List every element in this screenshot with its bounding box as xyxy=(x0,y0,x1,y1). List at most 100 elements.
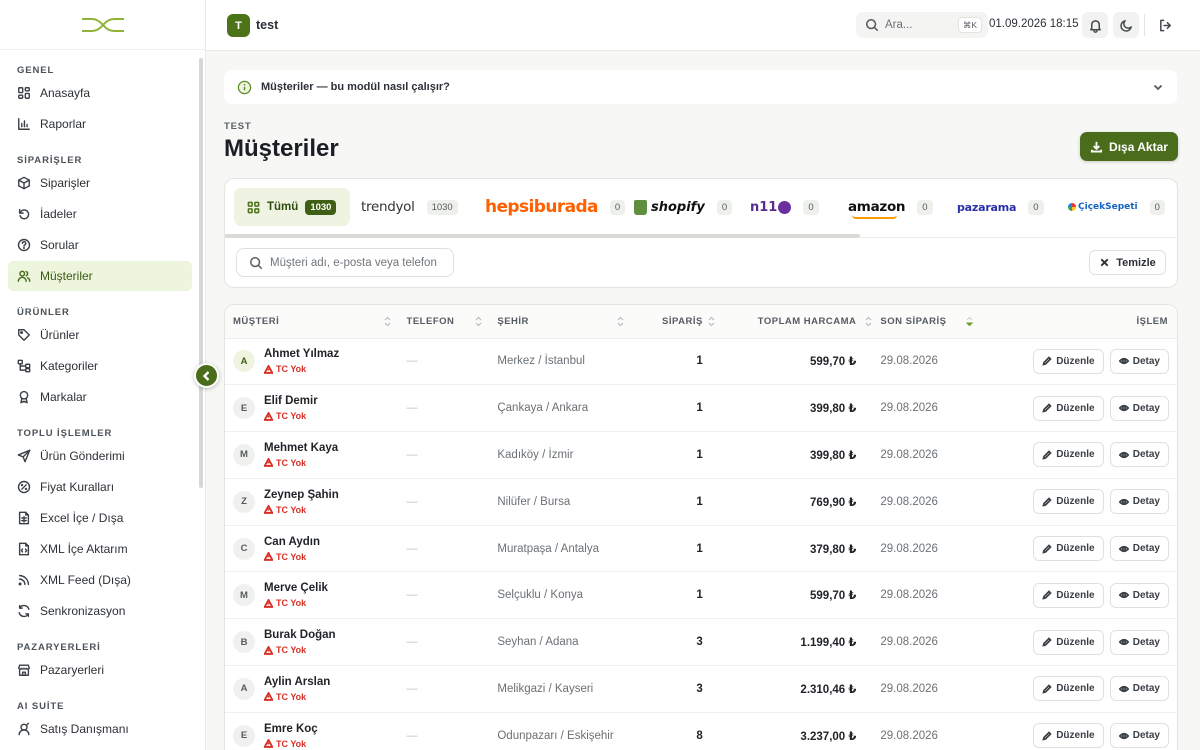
workspace-avatar[interactable]: T xyxy=(227,14,250,37)
sidebar-item-2-1[interactable]: Kategoriler xyxy=(8,351,192,381)
customer-cell: A Ahmet Yılmaz TC Yok xyxy=(225,338,399,386)
sidebar-item-3-0[interactable]: Ürün Gönderimi xyxy=(8,441,192,471)
logout-button[interactable] xyxy=(1154,14,1176,36)
sidebar-item-5-0[interactable]: Satış Danışmanı xyxy=(8,714,192,744)
edit-button[interactable]: Düzenle xyxy=(1033,489,1104,515)
notifications-button[interactable] xyxy=(1082,12,1108,38)
column-header-customer[interactable]: MÜŞTERİ xyxy=(225,305,399,339)
order-count: 1 xyxy=(696,448,703,461)
sidebar-item-3-1[interactable]: Fiyat Kuralları xyxy=(8,472,192,502)
customer-name[interactable]: Merve Çelik xyxy=(264,582,328,594)
phone-cell: — xyxy=(398,478,491,526)
customer-name[interactable]: Emre Koç xyxy=(264,723,318,735)
tc-missing-badge: TC Yok xyxy=(264,739,318,749)
sidebar-item-1-2[interactable]: Sorular xyxy=(8,230,192,260)
sidebar-item-1-0[interactable]: Siparişler xyxy=(8,168,192,198)
global-search[interactable]: Ara... ⌘K xyxy=(856,12,988,38)
customer-search[interactable] xyxy=(236,248,454,277)
sidebar-item-1-1[interactable]: İadeler xyxy=(8,199,192,229)
table-row[interactable]: C Can Aydın TC Yok — Muratpaşa / Antalya… xyxy=(225,525,1177,573)
total-spend-cell: 379,80 ₺ xyxy=(714,525,873,573)
detail-button[interactable]: Detay xyxy=(1109,348,1169,374)
edit-button[interactable]: Düzenle xyxy=(1033,395,1104,421)
order-count: 1 xyxy=(696,495,703,508)
tab-amazon[interactable]: amazon 0 xyxy=(848,188,933,226)
tab-n11[interactable]: n11 0 xyxy=(750,188,819,226)
help-circle-icon xyxy=(17,238,31,252)
export-button[interactable]: Dışa Aktar xyxy=(1080,132,1178,161)
detail-button[interactable]: Detay xyxy=(1109,536,1169,562)
workspace-name[interactable]: test xyxy=(256,18,278,32)
detail-button-label: Detay xyxy=(1132,683,1160,695)
table-row[interactable]: M Merve Çelik TC Yok — Selçuklu / Konya … xyxy=(225,571,1177,620)
table-row[interactable]: E Emre Koç TC Yok — Odunpazarı / Eskişeh… xyxy=(225,712,1177,750)
order-count: 1 xyxy=(696,355,703,368)
column-header-phone[interactable]: TELEFON xyxy=(398,305,491,339)
sidebar-section-0-title: GENEL xyxy=(17,65,55,76)
column-header-city[interactable]: ŞEHİR xyxy=(490,305,633,339)
sidebar-item-2-0[interactable]: Ürünler xyxy=(8,320,192,350)
table-row[interactable]: M Mehmet Kaya TC Yok — Kadıköy / İzmir 1… xyxy=(225,431,1177,479)
sidebar-item-3-5[interactable]: Senkronizasyon xyxy=(8,596,192,626)
edit-button[interactable]: Düzenle xyxy=(1033,582,1104,608)
sidebar-item-0-1[interactable]: Raporlar xyxy=(8,109,192,139)
column-header-last-order[interactable]: SON SİPARİŞ xyxy=(872,305,1003,339)
column-header-total-spend[interactable]: TOPLAM HARCAMA xyxy=(714,305,873,339)
actions-cell: Düzenle Detay xyxy=(1002,384,1177,433)
detail-button[interactable]: Detay xyxy=(1109,676,1169,702)
city-cell: Seyhan / Adana xyxy=(490,618,633,667)
customer-name[interactable]: Mehmet Kaya xyxy=(264,442,338,454)
detail-button[interactable]: Detay xyxy=(1109,442,1169,468)
sidebar-item-label: Anasayfa xyxy=(40,86,91,100)
tab-hepsiburada[interactable]: hepsiburada 0 xyxy=(485,188,626,226)
phone-empty-value: — xyxy=(406,542,418,555)
customer-name[interactable]: Burak Doğan xyxy=(264,629,336,641)
sidebar-item-4-0[interactable]: Pazaryerleri xyxy=(8,655,192,685)
detail-button[interactable]: Detay xyxy=(1109,582,1169,608)
edit-button[interactable]: Düzenle xyxy=(1033,676,1104,702)
tab-count-badge: 0 xyxy=(1149,199,1165,215)
sidebar-item-2-2[interactable]: Markalar xyxy=(8,382,192,412)
close-icon xyxy=(1100,258,1109,267)
app-logo[interactable] xyxy=(0,0,205,50)
theme-toggle-button[interactable] xyxy=(1113,12,1139,38)
customer-search-input[interactable] xyxy=(270,256,440,269)
customer-name[interactable]: Ahmet Yılmaz xyxy=(264,348,339,360)
clear-filters-button[interactable]: Temizle xyxy=(1089,250,1166,275)
tab-all[interactable]: Tümü 1030 xyxy=(234,188,350,226)
edit-button[interactable]: Düzenle xyxy=(1033,629,1104,655)
tab-trendyol[interactable]: trendyol 1030 xyxy=(361,188,458,226)
sidebar-item-1-3[interactable]: Müşteriler xyxy=(8,261,192,291)
table-row[interactable]: Z Zeynep Şahin TC Yok — Nilüfer / Bursa … xyxy=(225,478,1177,526)
customer-name[interactable]: Can Aydın xyxy=(264,536,320,548)
customer-name[interactable]: Aylin Arslan xyxy=(264,676,330,688)
table-row[interactable]: A Ahmet Yılmaz TC Yok — Merkez / İstanbu… xyxy=(225,338,1177,386)
module-info-accordion[interactable]: Müşteriler — bu modül nasıl çalışır? xyxy=(224,70,1177,104)
table-row[interactable]: B Burak Doğan TC Yok — Seyhan / Adana 3 … xyxy=(225,618,1177,667)
tab-pazarama[interactable]: pazarama 0 xyxy=(957,188,1044,226)
tab-ciceksepeti[interactable]: ÇiçekSepeti 0 xyxy=(1068,188,1165,226)
detail-button[interactable]: Detay xyxy=(1109,395,1169,421)
moon-icon xyxy=(1119,19,1132,32)
column-header-orders[interactable]: SİPARİŞ xyxy=(632,305,715,339)
sidebar-item-0-0[interactable]: Anasayfa xyxy=(8,78,192,108)
tab-shopify[interactable]: shopify 0 xyxy=(634,188,733,226)
table-row[interactable]: A Aylin Arslan TC Yok — Melikgazi / Kays… xyxy=(225,665,1177,713)
edit-button[interactable]: Düzenle xyxy=(1033,536,1104,562)
detail-button[interactable]: Detay xyxy=(1109,489,1169,515)
customer-name[interactable]: Zeynep Şahin xyxy=(264,489,339,501)
total-spend-cell: 1.199,40 ₺ xyxy=(714,618,873,667)
sidebar-item-3-4[interactable]: XML Feed (Dışa) xyxy=(8,565,192,595)
sidebar-collapse-button[interactable] xyxy=(194,363,219,388)
table-row[interactable]: E Elif Demir TC Yok — Çankaya / Ankara 1… xyxy=(225,384,1177,433)
edit-button[interactable]: Düzenle xyxy=(1033,723,1104,749)
edit-button[interactable]: Düzenle xyxy=(1033,348,1104,374)
sidebar-item-3-2[interactable]: Excel İçe / Dışa xyxy=(8,503,192,533)
customer-name[interactable]: Elif Demir xyxy=(264,395,318,407)
edit-button[interactable]: Düzenle xyxy=(1033,442,1104,468)
detail-button[interactable]: Detay xyxy=(1109,723,1169,749)
tabs-scrollbar[interactable] xyxy=(225,234,860,238)
sidebar-item-3-3[interactable]: XML İçe Aktarım xyxy=(8,534,192,564)
sidebar-scrollbar[interactable] xyxy=(199,58,203,488)
detail-button[interactable]: Detay xyxy=(1109,629,1169,655)
